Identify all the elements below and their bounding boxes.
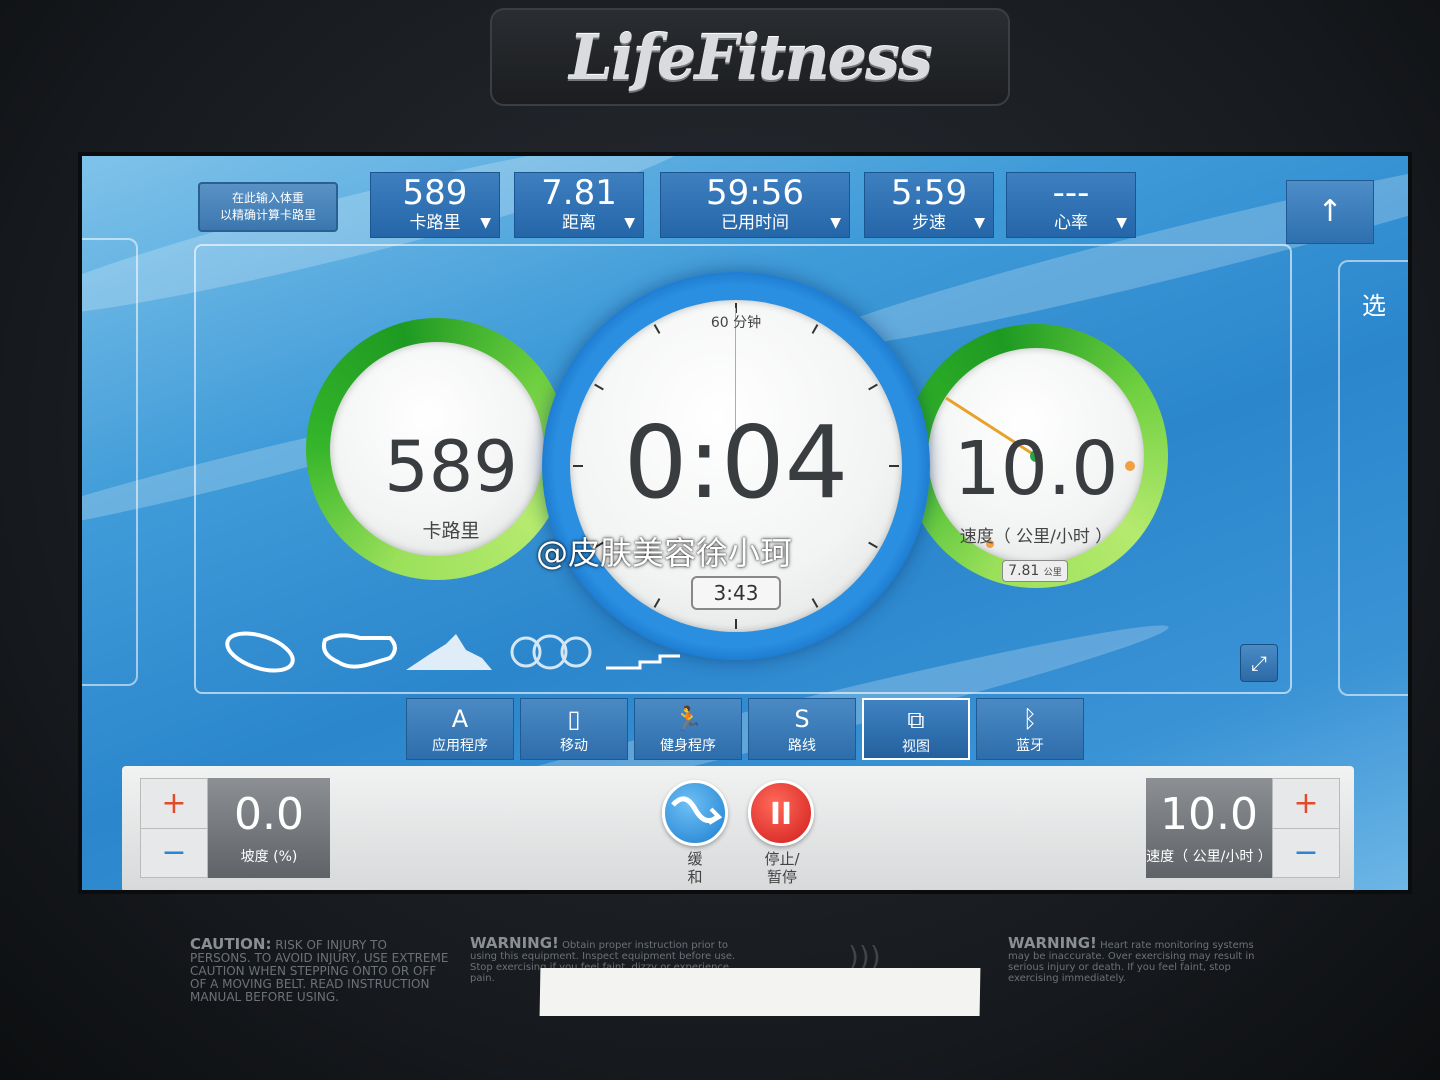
brand-text: LifeFitness — [569, 20, 933, 94]
speed-control-value: 10.0 — [1160, 789, 1258, 840]
warning2-title: WARNING! — [1008, 934, 1097, 952]
nav-bluetooth[interactable]: ᛒ 蓝牙 — [976, 698, 1084, 760]
calories-value: 589 — [384, 426, 518, 508]
left-drawer-tab[interactable] — [82, 238, 138, 686]
incline-value: 0.0 — [234, 789, 304, 840]
right-drawer-tab[interactable]: 选 — [1338, 260, 1408, 696]
pause-label-line2: 暂停 — [766, 868, 797, 886]
watermark: @皮肤美容徐小珂 — [536, 534, 793, 572]
right-drawer-label: 选 — [1362, 292, 1386, 320]
speed-control-label: 速度（ 公里/小时 ） — [1146, 849, 1272, 865]
route-icon: S — [794, 705, 810, 733]
speed-minus-button[interactable]: − — [1273, 827, 1339, 878]
phone-icon: ▯ — [567, 705, 581, 733]
nav-apps[interactable]: A 应用程序 — [406, 698, 514, 760]
dropdown-arrow-icon: ▼ — [830, 215, 841, 231]
course-selector — [223, 626, 680, 677]
nav-view[interactable]: ⧉ 视图 — [862, 698, 970, 760]
apps-icon: A — [451, 705, 469, 733]
calories-label: 卡路里 — [422, 520, 480, 542]
distance-badge: 7.81 公里 — [1002, 560, 1068, 582]
stat-elapsed-time[interactable]: 59:56 已用时间 ▼ — [660, 172, 850, 238]
incline-minus-button[interactable]: − — [141, 827, 207, 878]
pause-icon: II — [769, 797, 793, 832]
stat-calories[interactable]: 589 卡路里 ▼ — [370, 172, 500, 238]
workout-panel: 589 卡路里 10.0 速度（ 公里/小时 ） 7.81 公里 60 分钟 0… — [194, 244, 1292, 694]
nav-mobile[interactable]: ▯ 移动 — [520, 698, 628, 760]
timer-tick — [889, 465, 899, 467]
paper-towel — [539, 968, 981, 1016]
nav-label: 路线 — [788, 738, 816, 754]
runner-icon: 🏃 — [673, 705, 703, 733]
oval-track-icon[interactable] — [223, 626, 298, 677]
warning1-title: WARNING! — [470, 934, 559, 952]
cooldown-label-line1: 缓 — [687, 850, 703, 868]
timer-tick — [573, 465, 583, 467]
timer-value: 0:04 — [623, 404, 849, 521]
control-bar: + − 0.0 坡度 (%) 缓 和 II 停止/ 暂停 10.0 速度（ 公里… — [122, 766, 1354, 890]
weight-prompt-line1: 在此输入体重 — [231, 191, 304, 205]
cooldown-label-line2: 和 — [687, 868, 703, 886]
brand-logo: LifeFitness — [490, 8, 1010, 106]
incline-stepper: + − — [140, 778, 208, 878]
timer-elapsed: 3:43 — [691, 576, 781, 610]
pause-label-line1: 停止/ — [764, 850, 800, 868]
warning-label-2: WARNING! Heart rate monitoring systems m… — [1008, 936, 1278, 985]
stat-heart-rate[interactable]: --- 心率 ▼ — [1006, 172, 1136, 238]
cooldown-label: 缓 和 — [677, 850, 713, 886]
scroll-up-button[interactable]: ↑ — [1286, 180, 1374, 244]
speed-value: 10.0 — [953, 426, 1119, 512]
incline-label: 坡度 (%) — [240, 849, 298, 865]
stat-distance[interactable]: 7.81 距离 ▼ — [514, 172, 644, 238]
interval-track-icon[interactable] — [606, 654, 680, 670]
arrow-up-icon: ↑ — [1317, 194, 1343, 229]
dropdown-arrow-icon: ▼ — [624, 215, 635, 231]
city-track-icon[interactable] — [321, 633, 397, 669]
enter-weight-button[interactable]: 在此输入体重 以精确计算卡路里 — [198, 182, 338, 232]
dropdown-arrow-icon: ▼ — [974, 215, 985, 231]
nav-routes[interactable]: S 路线 — [748, 698, 856, 760]
speed-display: 10.0 速度（ 公里/小时 ） — [1146, 778, 1272, 878]
bluetooth-icon: ᛒ — [1022, 705, 1038, 733]
timer-minute-label: 60 分钟 — [710, 315, 762, 331]
distance-unit: 公里 — [1043, 568, 1062, 578]
stat-value: 59:56 — [706, 173, 804, 213]
speed-label: 速度（ 公里/小时 ） — [959, 527, 1113, 547]
caution-label: CAUTION: RISK OF INJURY TO PERSONS. TO A… — [190, 937, 450, 1004]
dropdown-arrow-icon: ▼ — [1116, 215, 1127, 231]
cooldown-button[interactable] — [662, 780, 728, 846]
incline-plus-button[interactable]: + — [141, 779, 207, 828]
nav-label: 蓝牙 — [1016, 738, 1044, 754]
stat-pace[interactable]: 5:59 步速 ▼ — [864, 172, 994, 238]
nav-workouts[interactable]: 🏃 健身程序 — [634, 698, 742, 760]
incline-display: 0.0 坡度 (%) — [208, 778, 330, 878]
cooldown-wave-icon — [671, 796, 723, 825]
stat-label: 已用时间 — [721, 213, 789, 233]
nav-bar: A 应用程序 ▯ 移动 🏃 健身程序 S 路线 ⧉ 视图 ᛒ 蓝牙 — [406, 698, 1084, 760]
stat-value: 589 — [402, 173, 468, 213]
distance-value: 7.81 — [1008, 563, 1040, 579]
stat-value: 7.81 — [541, 173, 617, 213]
view-icon: ⧉ — [907, 706, 925, 734]
circles-track-icon[interactable] — [510, 634, 592, 670]
touch-screen: 在此输入体重 以精确计算卡路里 589 卡路里 ▼ 7.81 距离 ▼ 59:5… — [78, 152, 1412, 894]
weight-prompt-line2: 以精确计算卡路里 — [219, 208, 316, 222]
nav-label: 健身程序 — [660, 738, 716, 754]
timer-tick — [735, 619, 737, 629]
speed-stepper: + − — [1272, 778, 1340, 878]
expand-icon[interactable]: ⤢ — [1240, 644, 1278, 682]
hill-track-icon[interactable] — [406, 634, 492, 670]
nav-label: 移动 — [560, 738, 588, 754]
pause-button[interactable]: II — [748, 780, 814, 846]
nav-label: 应用程序 — [432, 738, 488, 754]
speed-control: 10.0 速度（ 公里/小时 ） + − — [1146, 778, 1340, 878]
incline-control: + − 0.0 坡度 (%) — [140, 778, 330, 878]
speed-plus-button[interactable]: + — [1273, 779, 1339, 828]
stat-value: --- — [1052, 173, 1090, 213]
stat-value: 5:59 — [890, 173, 968, 213]
pause-label: 停止/ 暂停 — [750, 850, 814, 886]
nav-label: 视图 — [902, 739, 930, 755]
dropdown-arrow-icon: ▼ — [480, 215, 491, 231]
